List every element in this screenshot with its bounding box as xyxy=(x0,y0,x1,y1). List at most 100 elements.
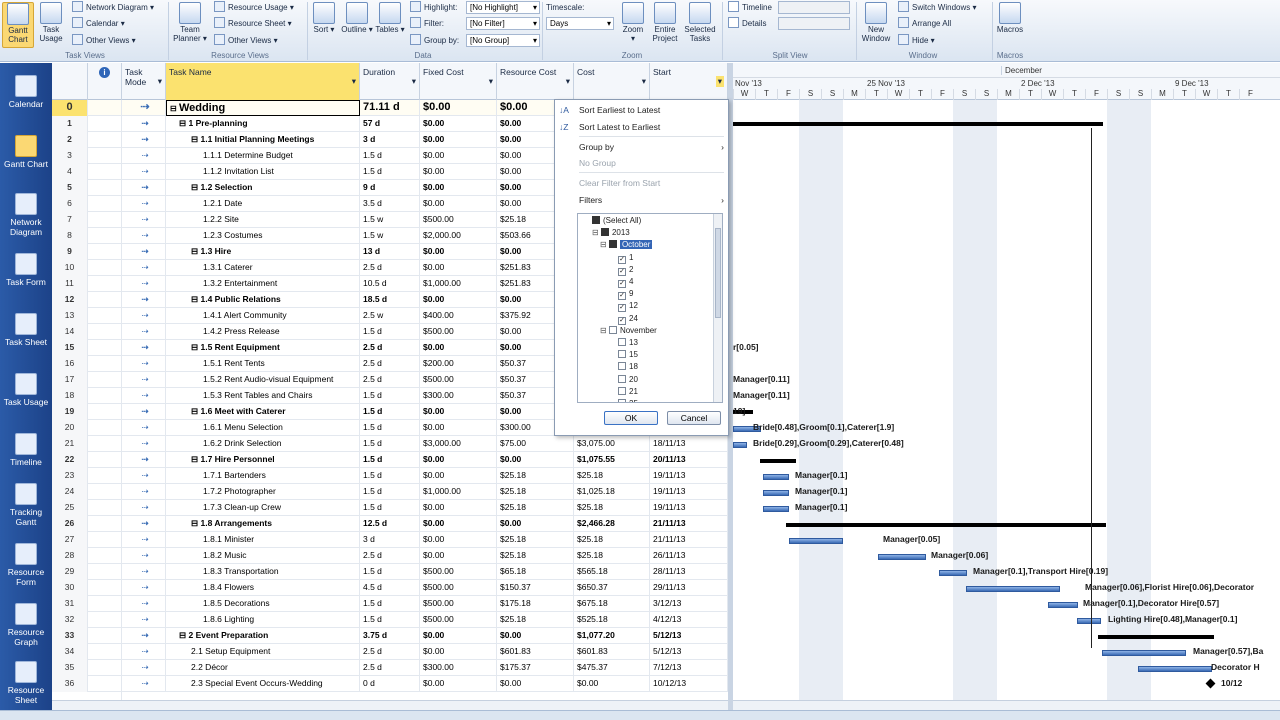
task-bar[interactable] xyxy=(763,474,789,480)
row-id[interactable]: 19 xyxy=(52,404,88,420)
cost-cell[interactable]: $525.18 xyxy=(574,612,650,628)
duration-cell[interactable]: 10.5 d xyxy=(360,276,420,292)
row-id[interactable]: 12 xyxy=(52,292,88,308)
duration-cell[interactable]: 1.5 w xyxy=(360,212,420,228)
checkbox[interactable] xyxy=(618,399,626,402)
duration-cell[interactable]: 57 d xyxy=(360,116,420,132)
auto-schedule-icon[interactable]: ⇢ xyxy=(122,388,166,404)
task-name-cell[interactable]: 2.1 Setup Equipment xyxy=(166,644,360,660)
start-cell[interactable]: 26/11/13 xyxy=(650,548,728,564)
details-checkbox[interactable]: Details xyxy=(728,16,766,31)
task-name-cell[interactable]: 1.6.2 Drink Selection xyxy=(166,436,360,452)
task-bar[interactable] xyxy=(763,490,789,496)
task-name-cell[interactable]: 1.7.3 Clean-up Crew xyxy=(166,500,360,516)
table-row[interactable]: 27 ⇢ 1.8.1 Minister 3 d $0.00 $25.18 $25.18 21/… xyxy=(52,532,728,548)
task-name-cell[interactable]: 1.7.2 Photographer xyxy=(166,484,360,500)
network-diagram-button[interactable]: Network Diagram ▾ xyxy=(72,0,154,15)
start-cell[interactable]: 5/12/13 xyxy=(650,644,728,660)
auto-schedule-icon[interactable]: ⇢ xyxy=(122,164,166,180)
sort-ascending-item[interactable]: ↓A Sort Earliest to Latest xyxy=(559,105,660,115)
fixed-cost-cell[interactable]: $0.00 xyxy=(420,292,497,308)
task-name-cell[interactable]: 1.8.5 Decorations xyxy=(166,596,360,612)
task-name-cell[interactable]: 1.5.2 Rent Audio-visual Equipment xyxy=(166,372,360,388)
auto-schedule-icon[interactable]: ⇢ xyxy=(122,180,166,196)
duration-cell[interactable]: 2.5 d xyxy=(360,340,420,356)
cost-cell[interactable]: $565.18 xyxy=(574,564,650,580)
grid-horizontal-scrollbar[interactable] xyxy=(52,700,728,710)
group-by-item[interactable]: Group by › xyxy=(579,142,724,152)
fixed-cost-cell[interactable]: $0.00 xyxy=(420,100,497,116)
tables-button[interactable]: Tables ▾ xyxy=(375,2,405,48)
table-row[interactable]: 24 ⇢ 1.7.2 Photographer 1.5 d $1,000.00 $25.1… xyxy=(52,484,728,500)
zoom-button[interactable]: Zoom ▾ xyxy=(620,2,646,48)
auto-schedule-icon[interactable]: ⇢ xyxy=(122,644,166,660)
fixed-cost-cell[interactable]: $500.00 xyxy=(420,612,497,628)
view-bar-item[interactable]: Timeline xyxy=(0,433,52,467)
task-bar[interactable] xyxy=(939,570,967,576)
auto-schedule-icon[interactable]: ⇢ xyxy=(122,548,166,564)
task-name-cell[interactable]: 1.8.1 Minister xyxy=(166,532,360,548)
resource-cost-cell[interactable]: $25.18 xyxy=(497,612,574,628)
row-id[interactable]: 6 xyxy=(52,196,88,212)
fixed-cost-cell[interactable]: $0.00 xyxy=(420,532,497,548)
entire-project-button[interactable]: Entire Project xyxy=(648,2,682,48)
highlight-dropdown[interactable]: [No Highlight] ▾ xyxy=(466,1,540,14)
row-id[interactable]: 3 xyxy=(52,148,88,164)
auto-schedule-icon[interactable]: ⇢ xyxy=(122,308,166,324)
duration-cell[interactable]: 1.5 d xyxy=(360,436,420,452)
auto-schedule-icon[interactable]: ⇢ xyxy=(122,580,166,596)
auto-schedule-icon[interactable]: ⇢ xyxy=(122,564,166,580)
task-name-cell[interactable]: ⊟ 2 Event Preparation xyxy=(166,628,360,644)
view-bar-item[interactable]: Gantt Chart xyxy=(0,135,52,169)
fixed-cost-cell[interactable]: $500.00 xyxy=(420,324,497,340)
resource-cost-cell[interactable]: $75.00 xyxy=(497,436,574,452)
task-bar[interactable] xyxy=(1048,602,1078,608)
task-name-cell[interactable]: ⊟ 1.8 Arrangements xyxy=(166,516,360,532)
fixed-cost-cell[interactable]: $0.00 xyxy=(420,116,497,132)
collapse-icon[interactable]: ⊟ xyxy=(170,104,179,113)
checkbox[interactable] xyxy=(618,386,626,395)
auto-schedule-icon[interactable]: ⇢ xyxy=(122,612,166,628)
task-name-cell[interactable]: 1.5.3 Rent Tables and Chairs xyxy=(166,388,360,404)
row-id[interactable]: 28 xyxy=(52,548,88,564)
fixed-cost-cell[interactable]: $200.00 xyxy=(420,356,497,372)
duration-cell[interactable]: 1.5 d xyxy=(360,452,420,468)
cost-cell[interactable]: $1,075.55 xyxy=(574,452,650,468)
auto-schedule-icon[interactable]: ⇢ xyxy=(122,436,166,452)
details-dropdown[interactable] xyxy=(778,17,850,30)
checkbox[interactable]: ✓ xyxy=(618,292,626,301)
fixed-cost-cell[interactable]: $1,000.00 xyxy=(420,276,497,292)
task-name-cell[interactable]: 1.2.3 Costumes xyxy=(166,228,360,244)
view-bar-item[interactable]: Task Form xyxy=(0,253,52,287)
tree-scrollbar[interactable] xyxy=(713,214,722,402)
fixed-cost-cell[interactable]: $500.00 xyxy=(420,372,497,388)
cost-cell[interactable]: $475.37 xyxy=(574,660,650,676)
selected-tasks-button[interactable]: Selected Tasks xyxy=(683,2,717,48)
duration-cell[interactable]: 3.5 d xyxy=(360,196,420,212)
fixed-cost-cell[interactable]: $1,000.00 xyxy=(420,484,497,500)
task-name-cell[interactable]: ⊟ 1.7 Hire Personnel xyxy=(166,452,360,468)
resource-sheet-button[interactable]: Resource Sheet ▾ xyxy=(214,16,292,31)
resource-cost-cell[interactable]: $175.18 xyxy=(497,596,574,612)
duration-cell[interactable]: 1.5 w xyxy=(360,228,420,244)
checkbox[interactable] xyxy=(608,325,617,334)
fixed-cost-cell[interactable]: $0.00 xyxy=(420,548,497,564)
scrollbar-thumb[interactable] xyxy=(715,228,721,318)
start-cell[interactable]: 3/12/13 xyxy=(650,596,728,612)
duration-cell[interactable]: 13 d xyxy=(360,244,420,260)
auto-schedule-icon[interactable]: ⇢ xyxy=(122,116,166,132)
calendar-button[interactable]: Calendar ▾ xyxy=(72,16,125,31)
auto-schedule-icon[interactable]: ⇢ xyxy=(122,292,166,308)
fixed-cost-cell[interactable]: $300.00 xyxy=(420,388,497,404)
view-bar-item[interactable]: Task Sheet xyxy=(0,313,52,347)
row-id[interactable]: 2 xyxy=(52,132,88,148)
auto-schedule-icon[interactable]: ⇢ xyxy=(122,148,166,164)
task-name-cell[interactable]: 2.2 Décor xyxy=(166,660,360,676)
duration-cell[interactable]: 3 d xyxy=(360,132,420,148)
gantt-chart-button[interactable]: Gantt Chart xyxy=(2,2,34,48)
fixed-cost-cell[interactable]: $0.00 xyxy=(420,676,497,692)
tree-item[interactable]: 13 xyxy=(618,338,638,347)
duration-cell[interactable]: 71.11 d xyxy=(360,100,420,116)
task-name-cell[interactable]: 1.6.1 Menu Selection xyxy=(166,420,360,436)
resource-cost-cell[interactable]: $25.18 xyxy=(497,468,574,484)
